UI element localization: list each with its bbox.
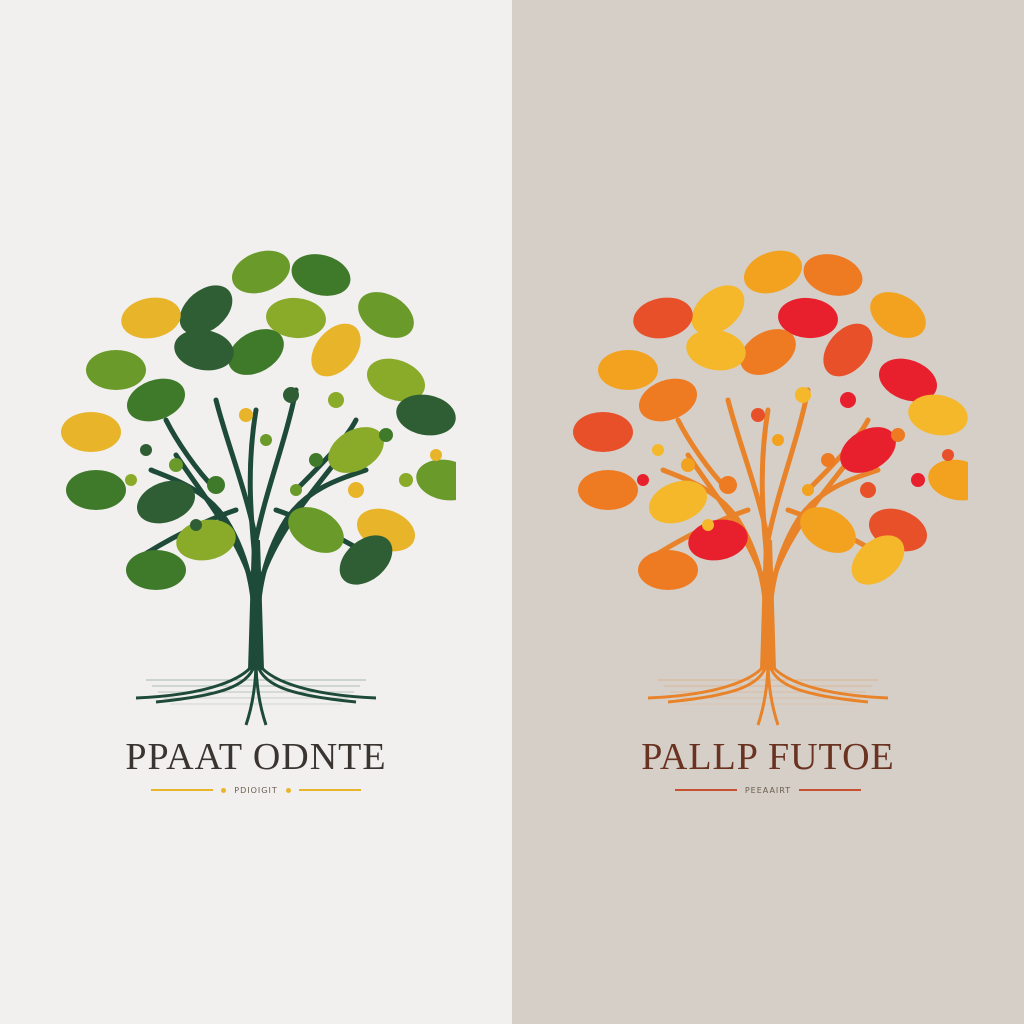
- tagline: PEEAAIRT: [744, 785, 792, 795]
- leaf: [291, 254, 351, 296]
- fruit-dot: [290, 484, 302, 496]
- leaf: [121, 297, 181, 339]
- fruit-dot: [309, 453, 323, 467]
- tagline-rule-right: [799, 789, 862, 791]
- fruit-dot: [840, 392, 856, 408]
- fruit-dot: [260, 434, 272, 446]
- leaf: [800, 507, 856, 553]
- leaf: [638, 550, 698, 590]
- brand-name: PPAAT ODNTE: [125, 736, 387, 778]
- fruit-dot: [821, 453, 835, 467]
- fruit-dot: [719, 476, 737, 494]
- fruit-dot: [399, 473, 413, 487]
- tagline-rule-left: [674, 789, 737, 791]
- branch: [247, 407, 259, 573]
- fruit-dot: [207, 476, 225, 494]
- leaf: [743, 250, 803, 294]
- fruit-dot: [772, 434, 784, 446]
- fruit-dot: [751, 408, 765, 422]
- tagline-row: PDIOIGIT: [0, 782, 512, 798]
- leaf: [578, 470, 638, 510]
- leaf: [803, 254, 863, 296]
- fruit-dot: [637, 474, 649, 486]
- fruit-dot: [125, 474, 137, 486]
- leaf: [598, 350, 658, 390]
- fruit-dot: [911, 473, 925, 487]
- leaf: [231, 250, 291, 294]
- tree-logo-mark: [573, 250, 968, 726]
- tree-logo-mark: [61, 250, 456, 726]
- brand-name: PALLP FUTOE: [641, 736, 895, 778]
- leaf: [686, 329, 746, 371]
- leaf: [61, 412, 121, 452]
- fruit-dot: [430, 449, 442, 461]
- fruit-dot: [239, 408, 253, 422]
- fruit-dot: [891, 428, 905, 442]
- fruit-dot: [942, 449, 954, 461]
- leaf: [288, 507, 344, 553]
- leaf: [136, 480, 196, 524]
- fruit-dot: [681, 458, 695, 472]
- tagline-dot-left: [221, 787, 227, 793]
- leaf: [416, 459, 456, 501]
- fruit-dot: [283, 387, 299, 403]
- tagline-rule-left: [151, 789, 214, 791]
- fruit-dot: [379, 428, 393, 442]
- leaf: [870, 292, 926, 338]
- leaf: [928, 459, 968, 501]
- tagline-rule-right: [298, 789, 361, 791]
- fruit-dot: [348, 482, 364, 498]
- fruit-dot: [802, 484, 814, 496]
- fruit-dot: [860, 482, 876, 498]
- leaf: [86, 350, 146, 390]
- leaf: [66, 470, 126, 510]
- fruit-dot: [328, 392, 344, 408]
- fruit-dot: [169, 458, 183, 472]
- tagline-row: PEEAAIRT: [512, 782, 1024, 798]
- leaf: [633, 297, 693, 339]
- fruit-dot: [190, 519, 202, 531]
- leaf: [573, 412, 633, 452]
- fruit-dot: [795, 387, 811, 403]
- leaf: [358, 292, 414, 338]
- logo-panel-right: PALLP FUTOE PEEAAIRT: [512, 0, 1024, 1024]
- logo-panel-left: PPAAT ODNTE PDIOIGIT: [0, 0, 512, 1024]
- leaf: [174, 329, 234, 371]
- tagline-dot-right: [285, 787, 291, 793]
- fruit-dot: [702, 519, 714, 531]
- fruit-dot: [652, 444, 664, 456]
- leaf: [126, 550, 186, 590]
- leaf: [648, 480, 708, 524]
- fruit-dot: [140, 444, 152, 456]
- tagline: PDIOIGIT: [234, 785, 278, 795]
- branch: [759, 407, 771, 573]
